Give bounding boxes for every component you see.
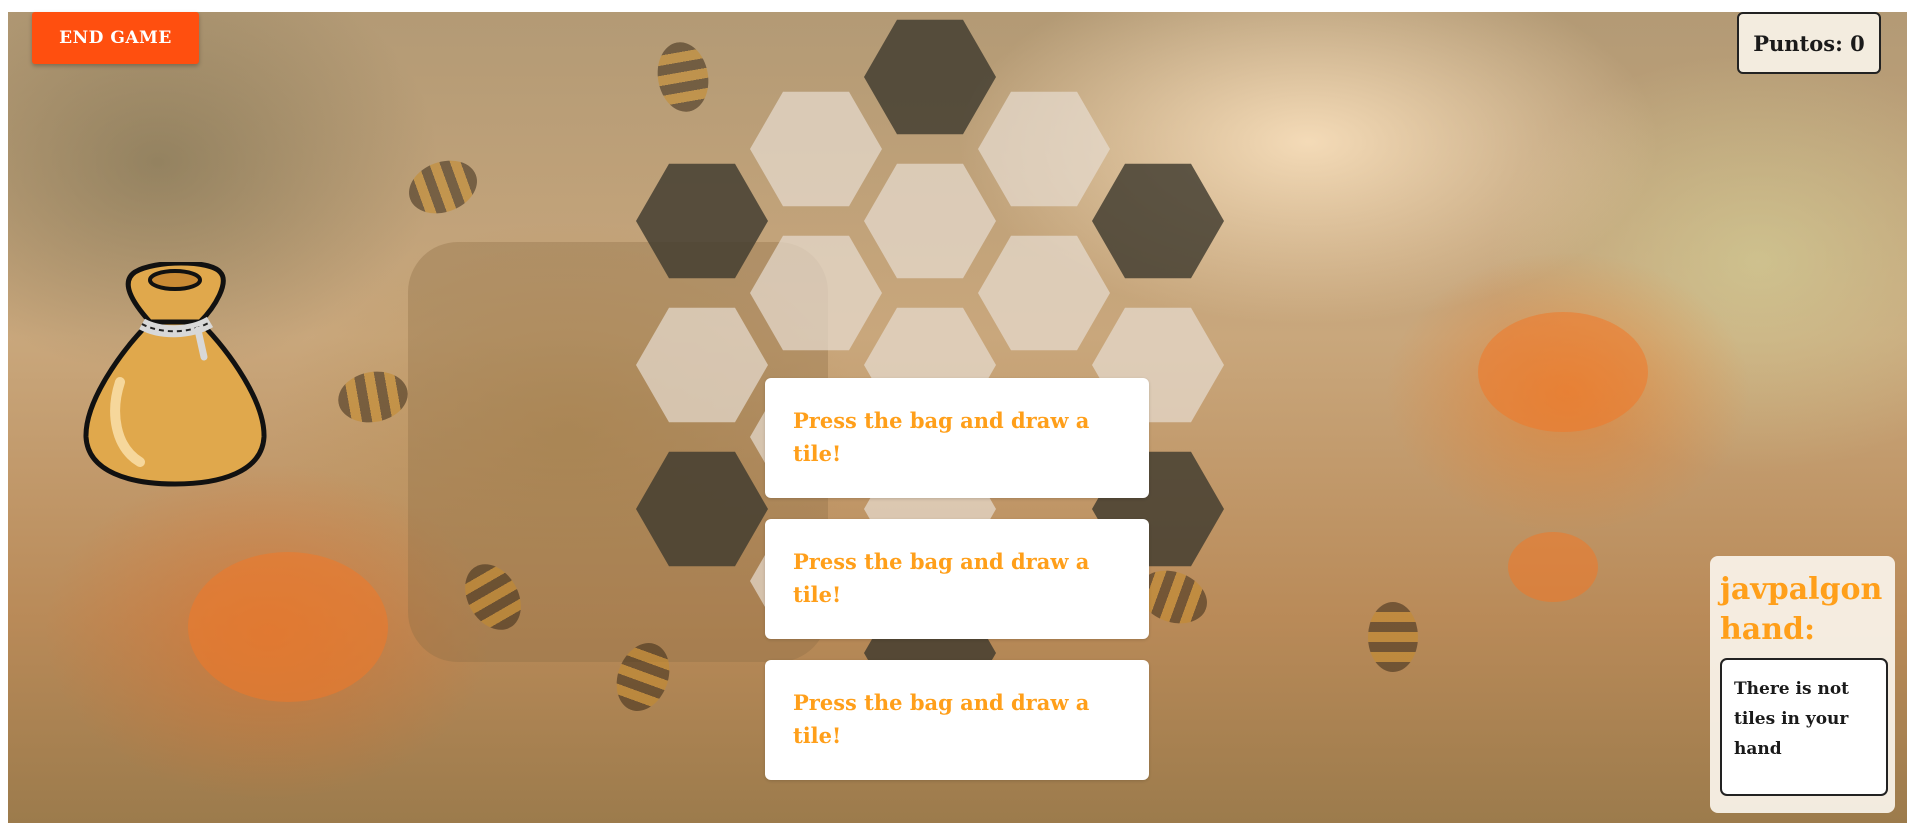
background-bee [334, 366, 412, 428]
draw-tile-message: Press the bag and draw a tile! [765, 660, 1149, 780]
end-game-button[interactable]: END GAME [32, 12, 199, 64]
background-bee [652, 38, 714, 116]
background-flower [188, 552, 388, 702]
score-display: Puntos: 0 [1737, 12, 1881, 74]
hand-title: javpalgon hand: [1720, 572, 1883, 647]
draw-tile-message: Press the bag and draw a tile! [765, 378, 1149, 498]
draw-tile-message: Press the bag and draw a tile! [765, 519, 1149, 639]
tile-bag-icon[interactable] [80, 262, 270, 487]
hand-tiles-box: There is not tiles in your hand [1720, 658, 1888, 796]
background-bee [1368, 602, 1418, 672]
background-flower [1478, 312, 1648, 432]
background-bee [401, 151, 485, 223]
player-hand-panel: javpalgon hand: There is not tiles in yo… [1710, 556, 1895, 813]
background-flower [1508, 532, 1598, 602]
